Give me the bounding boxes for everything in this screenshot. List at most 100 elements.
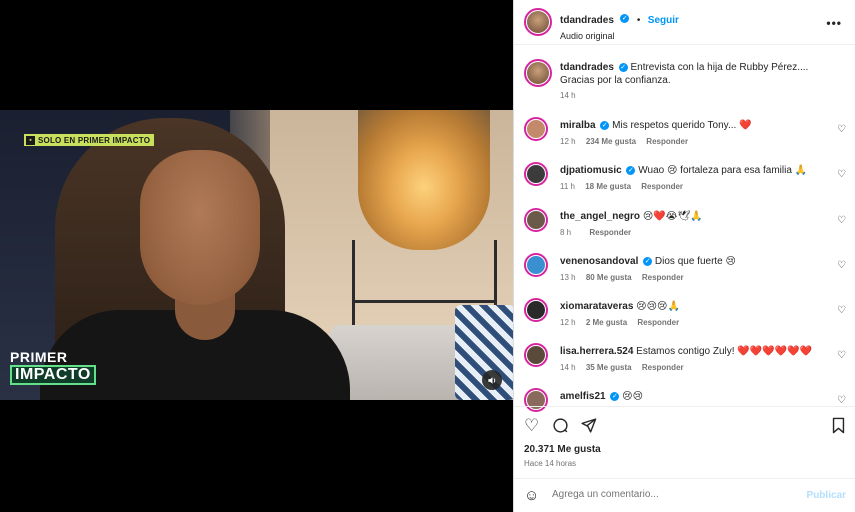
audio-label[interactable]: Audio original — [560, 31, 679, 41]
video-frame[interactable]: ▪ SOLO EN PRIMER IMPACTO PRIMER IMPACTO — [0, 110, 513, 400]
verified-icon: ✓ — [620, 14, 630, 24]
verified-icon: ✓ — [643, 256, 653, 266]
comment-input[interactable] — [552, 489, 792, 500]
comment-body: xiomarataveras 😢😢😢🙏 12 h 2 Me gusta Resp… — [560, 300, 830, 327]
comment-like-icon[interactable]: ♡ — [837, 395, 846, 406]
bookmark-icon[interactable] — [831, 417, 846, 437]
comment-body: djpatiomusic ✓ Wuao 😢 fortaleza para esa… — [560, 164, 830, 191]
reply-button[interactable]: Responder — [642, 363, 684, 372]
author-avatar[interactable] — [524, 8, 552, 36]
show-logo: PRIMER IMPACTO — [10, 350, 96, 385]
follow-button[interactable]: Seguir — [648, 15, 679, 26]
caption-username[interactable]: tdandrades — [560, 62, 614, 73]
avatar-fill — [527, 256, 545, 274]
comment-text: Dios que fuerte 😢 — [654, 256, 736, 267]
comment-likes[interactable]: 80 Me gusta — [586, 273, 632, 282]
comment-text: Mis respetos querido Tony... ❤️ — [612, 120, 752, 131]
avatar-fill — [527, 346, 545, 364]
avatar-fill — [527, 165, 545, 183]
more-options-icon[interactable]: ••• — [826, 16, 842, 30]
author-username[interactable]: tdandrades — [560, 15, 614, 26]
tv-icon: ▪ — [26, 135, 35, 145]
comment-meta: 12 h 2 Me gusta Responder — [560, 318, 830, 327]
action-bar: ♡ — [514, 406, 855, 442]
reply-button[interactable]: Responder — [646, 137, 688, 146]
interviewee-face — [140, 150, 260, 305]
commenter-avatar[interactable] — [524, 298, 548, 322]
lamp — [358, 110, 490, 250]
comment-like-icon[interactable]: ♡ — [837, 350, 846, 361]
comment-text: 😢😢😢🙏 — [636, 301, 680, 312]
badge-text: SOLO EN PRIMER IMPACTO — [38, 135, 151, 145]
commenter-username[interactable]: djpatiomusic — [560, 165, 622, 176]
heart-icon[interactable]: ♡ — [524, 417, 539, 434]
emoji-icon[interactable]: ☺ — [524, 488, 539, 503]
post-time: Hace 14 horas — [524, 459, 577, 468]
post-details-panel: tdandrades ✓ • Seguir Audio original •••… — [513, 0, 855, 512]
comment-time: 12 h — [560, 318, 576, 327]
logo-top-text: PRIMER — [10, 349, 68, 365]
lamp-crossbar — [352, 300, 497, 303]
commenter-username[interactable]: xiomarataveras — [560, 301, 633, 312]
comment-like-icon[interactable]: ♡ — [837, 169, 846, 180]
comment-like-icon[interactable]: ♡ — [837, 305, 846, 316]
reply-button[interactable]: Responder — [637, 318, 679, 327]
publish-button[interactable]: Publicar — [807, 490, 846, 501]
comment-row: the_angel_negro 😢❤️😭🕊🙏 8 h Responder ♡ — [514, 208, 855, 248]
comment-time: 14 h — [560, 363, 576, 372]
comment-time: 8 h — [560, 228, 572, 237]
comment-body: miralba ✓ Mis respetos querido Tony... ❤… — [560, 119, 830, 146]
avatar-fill — [527, 120, 545, 138]
avatar-fill — [527, 211, 545, 229]
comment-row: xiomarataveras 😢😢😢🙏 12 h 2 Me gusta Resp… — [514, 298, 855, 338]
comment-likes[interactable]: 18 Me gusta — [585, 182, 631, 191]
commenter-username[interactable]: amelfis21 — [560, 391, 606, 402]
comment-body: the_angel_negro 😢❤️😭🕊🙏 8 h Responder — [560, 210, 830, 237]
commenter-avatar[interactable] — [524, 117, 548, 141]
comment-meta: 14 h 35 Me gusta Responder — [560, 363, 830, 372]
commenter-username[interactable]: miralba — [560, 120, 596, 131]
commenter-username[interactable]: venenosandoval — [560, 256, 638, 267]
commenter-avatar[interactable] — [524, 162, 548, 186]
verified-icon: ✓ — [600, 120, 610, 130]
comment-meta: 11 h 18 Me gusta Responder — [560, 182, 830, 191]
like-count[interactable]: 20.371 Me gusta — [524, 444, 601, 455]
commenter-avatar[interactable] — [524, 343, 548, 367]
comment-time: 12 h — [560, 137, 576, 146]
separator-dot: • — [636, 15, 641, 26]
comment-like-icon[interactable]: ♡ — [837, 215, 846, 226]
avatar-fill — [527, 301, 545, 319]
speaker-icon — [487, 376, 495, 384]
comment-meta: 12 h 234 Me gusta Responder — [560, 137, 830, 146]
comment-row: lisa.herrera.524 Estamos contigo Zuly! ❤… — [514, 343, 855, 383]
logo-bottom-text: IMPACTO — [10, 365, 96, 385]
comment-composer: ☺ Publicar — [514, 478, 855, 512]
reply-button[interactable]: Responder — [642, 273, 684, 282]
commenter-avatar[interactable] — [524, 253, 548, 277]
comment-likes[interactable]: 2 Me gusta — [586, 318, 627, 327]
comment-icon[interactable] — [552, 417, 569, 437]
video-player[interactable]: ▪ SOLO EN PRIMER IMPACTO PRIMER IMPACTO — [0, 0, 513, 512]
comment-row: miralba ✓ Mis respetos querido Tony... ❤… — [514, 117, 855, 157]
reply-button[interactable]: Responder — [641, 182, 683, 191]
commenter-username[interactable]: the_angel_negro — [560, 211, 640, 222]
commenter-avatar[interactable] — [524, 208, 548, 232]
comment-likes[interactable]: 35 Me gusta — [586, 363, 632, 372]
caption-time: 14 h — [560, 91, 576, 100]
share-icon[interactable] — [580, 417, 597, 437]
comment-like-icon[interactable]: ♡ — [837, 260, 846, 271]
verified-icon: ✓ — [626, 165, 636, 175]
comment-text: Estamos contigo Zuly! ❤️❤️❤️❤️❤️❤️ — [636, 346, 813, 357]
exclusive-badge: ▪ SOLO EN PRIMER IMPACTO — [24, 134, 155, 146]
reply-button[interactable]: Responder — [589, 228, 631, 237]
verified-icon: ✓ — [610, 391, 620, 401]
audio-toggle-button[interactable] — [482, 370, 502, 390]
comment-meta: 13 h 80 Me gusta Responder — [560, 273, 830, 282]
comment-likes[interactable]: 234 Me gusta — [586, 137, 636, 146]
comment-like-icon[interactable]: ♡ — [837, 124, 846, 135]
caption-avatar[interactable] — [524, 59, 552, 87]
post-modal: ▪ SOLO EN PRIMER IMPACTO PRIMER IMPACTO — [0, 0, 855, 512]
commenter-username[interactable]: lisa.herrera.524 — [560, 346, 633, 357]
comment-text: Wuao 😢 fortaleza para esa familia 🙏 — [638, 165, 808, 176]
comment-body: lisa.herrera.524 Estamos contigo Zuly! ❤… — [560, 345, 830, 372]
